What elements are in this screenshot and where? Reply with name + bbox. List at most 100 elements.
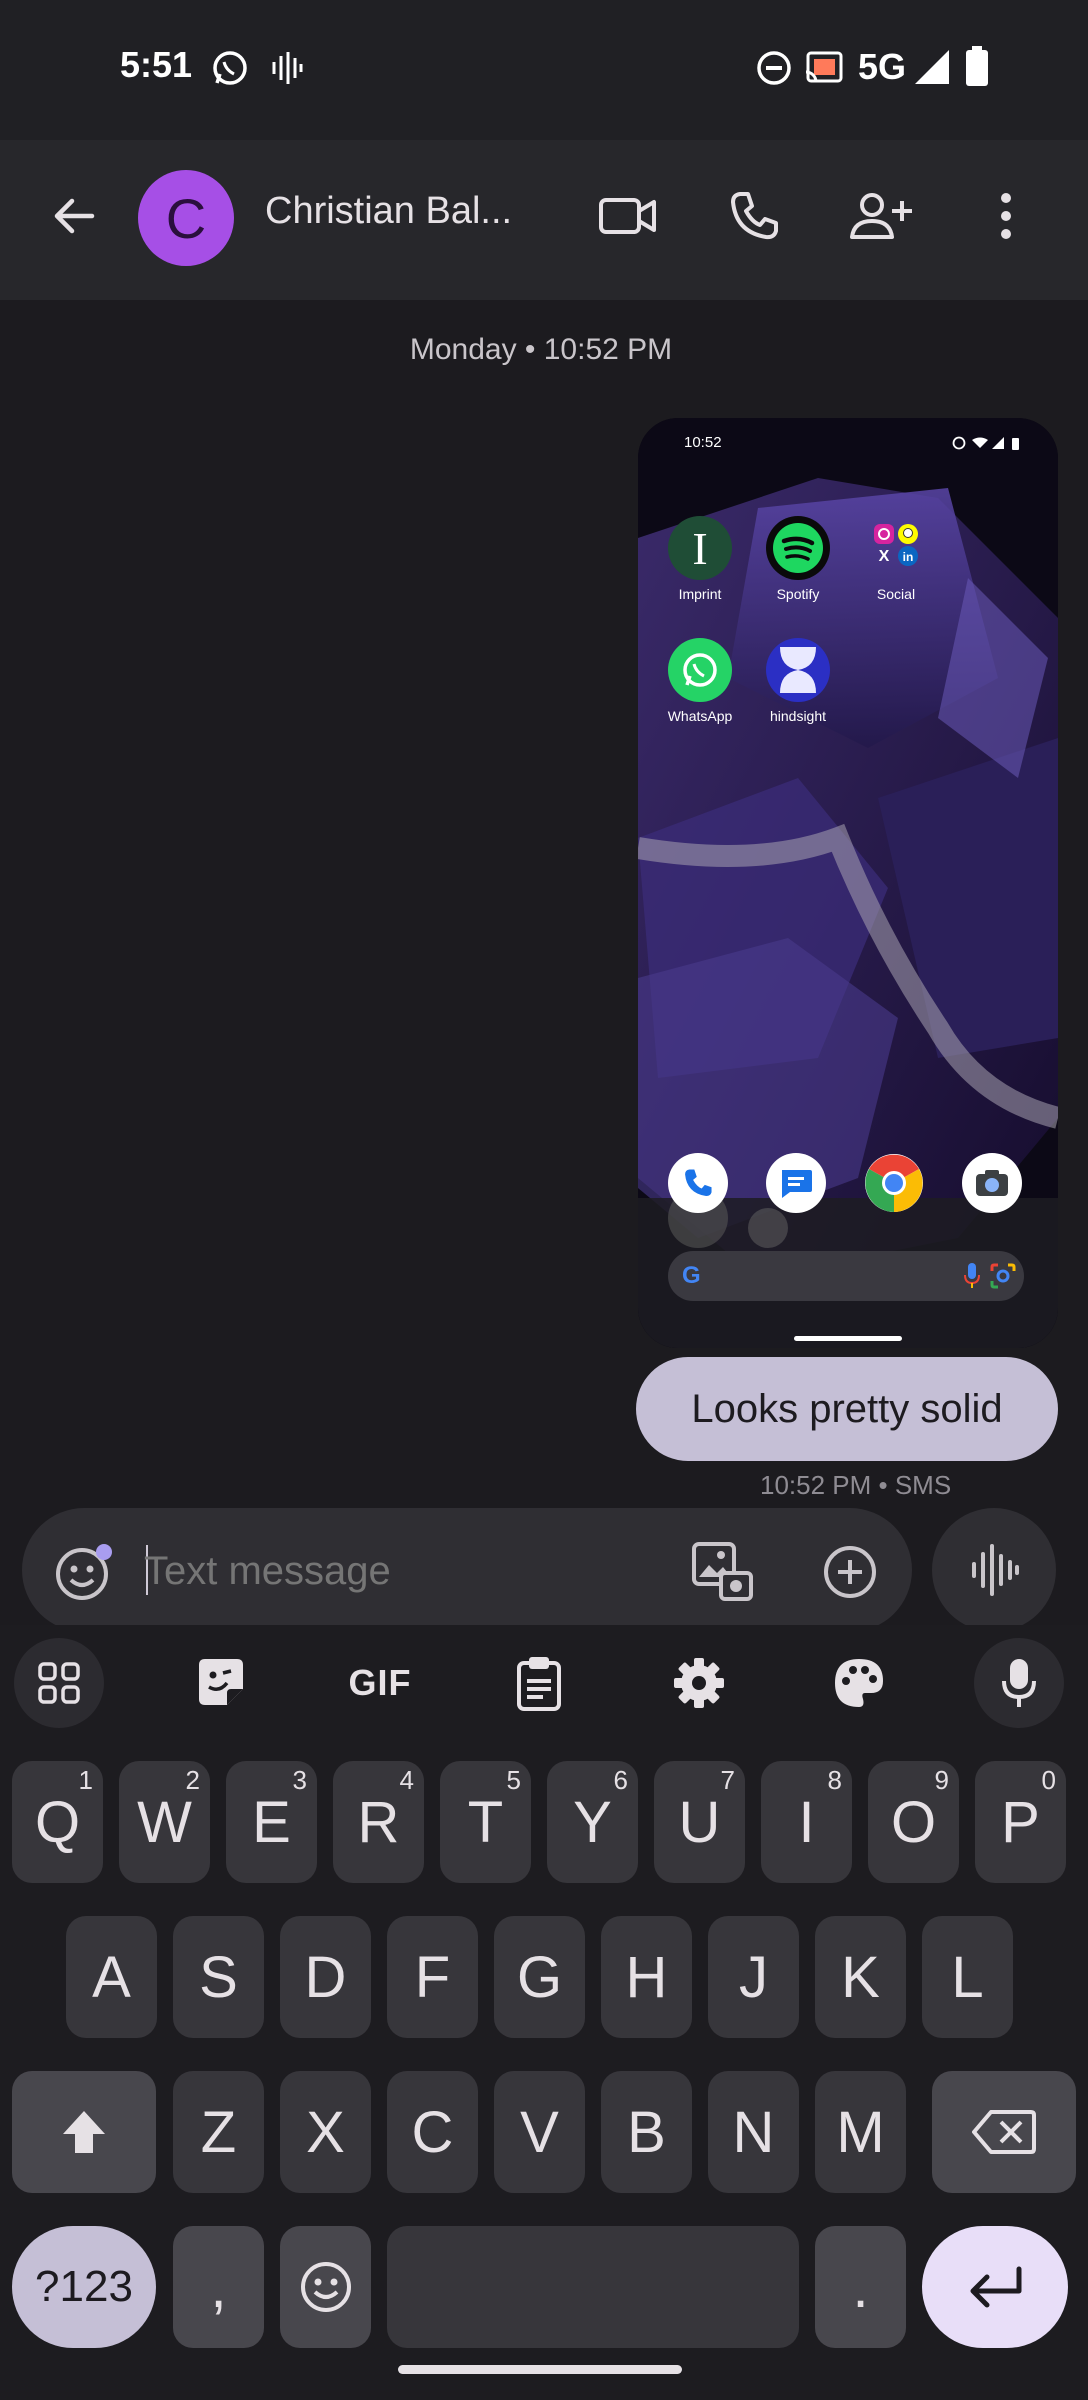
dock-messages-icon[interactable] bbox=[766, 1153, 826, 1213]
whatsapp-notification-icon bbox=[210, 48, 250, 93]
key-l[interactable]: L bbox=[922, 1916, 1013, 2038]
video-call-icon[interactable] bbox=[596, 186, 660, 246]
settings-gear-icon[interactable] bbox=[654, 1648, 744, 1718]
mic-icon bbox=[964, 1263, 980, 1294]
key-w[interactable]: W2 bbox=[119, 1761, 210, 1883]
voice-message-button[interactable] bbox=[932, 1508, 1056, 1632]
gallery-attach-icon[interactable] bbox=[690, 1540, 754, 1604]
gif-label: GIF bbox=[348, 1662, 412, 1703]
key-label: F bbox=[414, 1944, 451, 2010]
do-not-disturb-icon bbox=[756, 50, 792, 91]
apps-grid-icon[interactable] bbox=[14, 1638, 104, 1728]
phone-call-icon[interactable] bbox=[722, 186, 786, 246]
key-y[interactable]: Y6 bbox=[547, 1761, 638, 1883]
key-i[interactable]: I8 bbox=[761, 1761, 852, 1883]
key-m[interactable]: M bbox=[815, 2071, 906, 2193]
key-p[interactable]: P0 bbox=[975, 1761, 1066, 1883]
key-t[interactable]: T5 bbox=[440, 1761, 531, 1883]
contact-avatar[interactable]: C bbox=[138, 170, 234, 266]
key-label: Z bbox=[200, 2099, 237, 2165]
app-icon-imprint[interactable]: I bbox=[668, 516, 732, 580]
app-label-hindsight: hindsight bbox=[769, 708, 827, 724]
key-c[interactable]: C bbox=[387, 2071, 478, 2193]
more-options-icon[interactable] bbox=[984, 186, 1028, 246]
backspace-icon bbox=[972, 2110, 1036, 2154]
app-label-social: Social bbox=[876, 586, 916, 602]
app-label-imprint: Imprint bbox=[678, 586, 722, 602]
clipboard-icon[interactable] bbox=[494, 1648, 584, 1718]
social-folder-icon: X in bbox=[874, 524, 918, 566]
key-label: A bbox=[92, 1944, 131, 2010]
status-time: 5:51 bbox=[120, 44, 193, 85]
app-icon-spotify[interactable] bbox=[766, 516, 830, 580]
screenshot-gesture-bar bbox=[794, 1336, 902, 1341]
key-x[interactable]: X bbox=[280, 2071, 371, 2193]
key-number-hint: 7 bbox=[720, 1765, 735, 1795]
svg-text:X: X bbox=[879, 548, 890, 565]
keyboard-mic-icon[interactable] bbox=[974, 1638, 1064, 1728]
key-r[interactable]: R4 bbox=[333, 1761, 424, 1883]
symbols-key-label: ?123 bbox=[35, 2262, 133, 2311]
key-label: M bbox=[836, 2099, 885, 2165]
comma-key[interactable]: , bbox=[173, 2226, 264, 2348]
key-z[interactable]: Z bbox=[173, 2071, 264, 2193]
enter-arrow-icon bbox=[970, 2266, 1022, 2308]
key-b[interactable]: B bbox=[601, 2071, 692, 2193]
sticker-icon[interactable] bbox=[176, 1648, 266, 1718]
key-q[interactable]: Q1 bbox=[12, 1761, 103, 1883]
key-label: I bbox=[798, 1789, 815, 1855]
key-label: W bbox=[137, 1789, 192, 1855]
emoji-key[interactable] bbox=[280, 2226, 371, 2348]
whatsapp-logo-icon bbox=[683, 653, 717, 687]
imprint-logo-icon: I bbox=[692, 522, 708, 574]
key-f[interactable]: F bbox=[387, 1916, 478, 2038]
screenshot-attachment[interactable]: 10:52 I Imprint Spotify X in Social What… bbox=[638, 418, 1058, 1348]
palette-icon[interactable] bbox=[814, 1648, 904, 1718]
key-j[interactable]: J bbox=[708, 1916, 799, 2038]
period-key[interactable]: . bbox=[815, 2226, 906, 2348]
app-icon-hindsight[interactable] bbox=[766, 638, 830, 702]
key-u[interactable]: U7 bbox=[654, 1761, 745, 1883]
key-d[interactable]: D bbox=[280, 1916, 371, 2038]
emoji-sticker-icon[interactable] bbox=[52, 1540, 116, 1604]
screenshot-time: 10:52 bbox=[684, 434, 722, 451]
add-person-icon[interactable] bbox=[846, 186, 916, 246]
shift-key[interactable] bbox=[12, 2071, 156, 2193]
key-label: G bbox=[516, 1944, 563, 2010]
dock-phone-icon[interactable] bbox=[668, 1153, 728, 1213]
key-h[interactable]: H bbox=[601, 1916, 692, 2038]
key-label: Y bbox=[573, 1789, 612, 1855]
space-key[interactable] bbox=[387, 2226, 799, 2348]
dock-chrome-icon[interactable] bbox=[864, 1153, 924, 1213]
symbols-key[interactable]: ?123 bbox=[12, 2226, 156, 2348]
key-n[interactable]: N bbox=[708, 2071, 799, 2193]
key-number-hint: 5 bbox=[506, 1765, 521, 1795]
screenshot-search-bar[interactable]: G bbox=[668, 1251, 1024, 1301]
key-o[interactable]: O9 bbox=[868, 1761, 959, 1883]
gif-button[interactable]: GIF bbox=[330, 1648, 430, 1718]
svg-text:in: in bbox=[903, 550, 914, 564]
contact-name[interactable]: Christian Bal... bbox=[265, 190, 512, 233]
enter-key[interactable] bbox=[922, 2226, 1068, 2348]
message-input[interactable] bbox=[142, 1534, 666, 1608]
key-k[interactable]: K bbox=[815, 1916, 906, 2038]
app-folder-social[interactable]: X in bbox=[864, 516, 928, 580]
key-g[interactable]: G bbox=[494, 1916, 585, 2038]
key-label: T bbox=[467, 1789, 504, 1855]
backspace-key[interactable] bbox=[932, 2071, 1076, 2193]
key-e[interactable]: E3 bbox=[226, 1761, 317, 1883]
back-arrow-icon[interactable] bbox=[44, 186, 104, 246]
key-a[interactable]: A bbox=[66, 1916, 157, 2038]
key-label: U bbox=[678, 1789, 721, 1855]
outgoing-message-bubble[interactable]: Looks pretty solid bbox=[636, 1357, 1058, 1461]
key-s[interactable]: S bbox=[173, 1916, 264, 2038]
battery-icon bbox=[966, 46, 988, 91]
dock-camera-icon[interactable] bbox=[962, 1153, 1022, 1213]
app-icon-whatsapp[interactable] bbox=[668, 638, 732, 702]
add-circle-icon[interactable] bbox=[818, 1540, 882, 1604]
key-number-hint: 1 bbox=[78, 1765, 93, 1795]
key-label: O bbox=[890, 1789, 937, 1855]
message-text: Looks pretty solid bbox=[691, 1386, 1003, 1431]
key-label: C bbox=[411, 2099, 454, 2165]
key-v[interactable]: V bbox=[494, 2071, 585, 2193]
